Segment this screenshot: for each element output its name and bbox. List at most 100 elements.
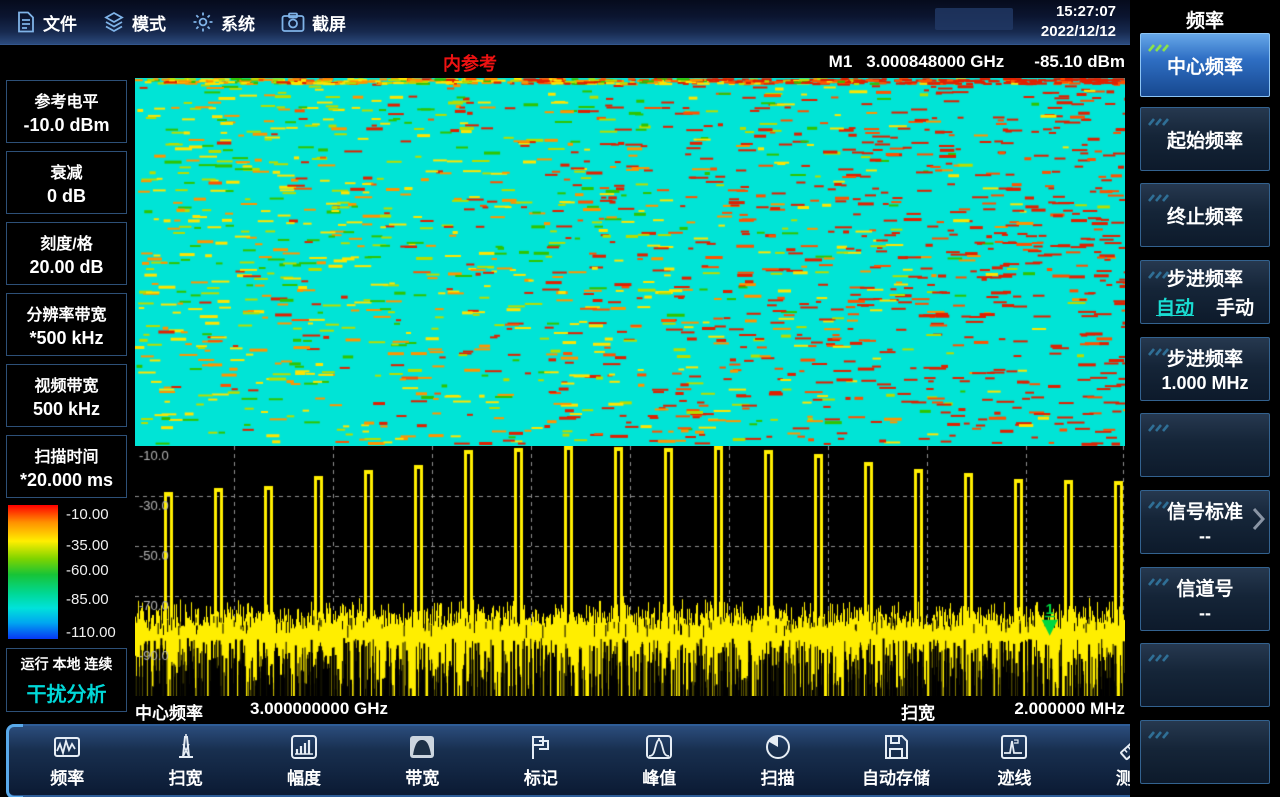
menu-item-screenshot[interactable]: 截屏 xyxy=(281,10,346,35)
toolbar-autosave-button[interactable]: 自动存储 xyxy=(837,726,955,795)
top-menu-bar: 文件 模式 系统 截屏 15:27:07 2022/12/12 xyxy=(0,0,1130,45)
softkey-label: 步进频率 xyxy=(1167,344,1243,371)
softkey-start-freq[interactable]: 起始频率 xyxy=(1140,107,1270,171)
softkey-step-freq-mode[interactable]: 步进频率自动手动 xyxy=(1140,260,1270,324)
softkey-value: -- xyxy=(1199,603,1211,624)
hatch-marks-icon xyxy=(1147,416,1171,438)
color-scale-tick: -60.00 xyxy=(66,562,109,579)
hatch-marks-icon xyxy=(1147,646,1171,668)
run-status-box: 运行 本地 连续 干扰分析 xyxy=(6,648,127,712)
camera-icon xyxy=(281,12,305,33)
softkey-center-freq[interactable]: 中心频率 xyxy=(1140,33,1270,97)
menu-item-mode[interactable]: 模式 xyxy=(103,10,166,35)
hatch-marks-icon xyxy=(1147,570,1171,592)
span-value: 2.000000 MHz xyxy=(1014,699,1125,719)
softkey-label: 步进频率 xyxy=(1167,264,1243,291)
center-frequency-label: 中心频率 xyxy=(135,699,203,724)
time-text: 15:27:07 xyxy=(1041,2,1116,22)
softkey-label: 中心频率 xyxy=(1167,52,1243,79)
toolbar-button-label: 带宽 xyxy=(405,764,439,789)
toolbar-sweep-button[interactable]: 扫描 xyxy=(718,726,836,795)
softkey-value: -- xyxy=(1199,526,1211,547)
center-frequency-value: 3.000000000 GHz xyxy=(250,699,388,719)
peak-icon xyxy=(644,732,674,762)
param-value: *20.000 ms xyxy=(20,470,113,491)
toolbar-marker-button[interactable]: 标记 xyxy=(482,726,600,795)
toolbar-button-label: 幅度 xyxy=(287,764,321,789)
menu-item-label: 系统 xyxy=(221,10,255,35)
param-attenuation[interactable]: 衰减0 dB xyxy=(6,151,127,214)
softkey-label: 终止频率 xyxy=(1167,202,1243,229)
toolbar-span-button[interactable]: 扫宽 xyxy=(126,726,244,795)
hatch-marks-icon xyxy=(1147,340,1171,362)
bottom-toolbar: 频率扫宽幅度带宽标记峰值扫描自动存储迹线测量 xyxy=(6,724,1194,797)
analysis-mode-text: 干扰分析 xyxy=(27,678,107,707)
step-mode-toggle: 自动手动 xyxy=(1156,293,1254,320)
param-sweep-time[interactable]: 扫描时间*20.000 ms xyxy=(6,435,127,498)
softkey-channel-number[interactable]: 信道号-- xyxy=(1140,567,1270,631)
softkey-stop-freq[interactable]: 终止频率 xyxy=(1140,183,1270,247)
bars-icon xyxy=(289,732,319,762)
menu-item-label: 文件 xyxy=(43,10,77,35)
param-label: 刻度/格 xyxy=(40,230,92,254)
save-icon xyxy=(881,732,911,762)
toolbar-peak-button[interactable]: 峰值 xyxy=(600,726,718,795)
hatch-marks-icon xyxy=(1147,263,1171,285)
param-vbw[interactable]: 视频带宽 500 kHz xyxy=(6,364,127,427)
marker-amplitude: -85.10 dBm xyxy=(1034,52,1125,71)
file-icon xyxy=(16,11,36,33)
toggle-option-manual[interactable]: 手动 xyxy=(1216,293,1254,320)
trace-icon xyxy=(999,732,1029,762)
submenu-arrow-icon xyxy=(1251,506,1266,538)
param-label: 视频带宽 xyxy=(34,372,98,396)
sweep-icon xyxy=(763,732,793,762)
date-text: 2022/12/12 xyxy=(1041,22,1116,42)
toolbar-button-label: 标记 xyxy=(524,764,558,789)
param-value: 500 kHz xyxy=(33,399,100,420)
toolbar-amplitude-button[interactable]: 幅度 xyxy=(245,726,363,795)
param-scale-div[interactable]: 刻度/格20.00 dB xyxy=(6,222,127,285)
param-value: *500 kHz xyxy=(29,328,103,349)
toolbar-frequency-button[interactable]: 频率 xyxy=(8,726,126,795)
param-value: 0 dB xyxy=(47,186,86,207)
color-scale-tick: -35.00 xyxy=(66,537,109,554)
menu-item-file[interactable]: 文件 xyxy=(16,10,77,35)
spectrogram-display xyxy=(135,78,1125,446)
layers-icon xyxy=(103,11,125,33)
softkey-signal-standard[interactable]: 信号标准-- xyxy=(1140,490,1270,554)
marker-frequency: 3.000848000 GHz xyxy=(866,52,1004,71)
spectrum-display xyxy=(135,446,1125,696)
toggle-option-auto[interactable]: 自动 xyxy=(1156,293,1194,320)
gear-icon xyxy=(192,11,214,33)
clock: 15:27:07 2022/12/12 xyxy=(1041,2,1116,42)
menu-item-system[interactable]: 系统 xyxy=(192,10,255,35)
color-scale-tick: -10.00 xyxy=(66,506,109,523)
param-value: -10.0 dBm xyxy=(23,115,109,136)
spectrogram-color-scale: -10.00-35.00-60.00-85.00-110.00 xyxy=(6,505,127,639)
waveform-icon xyxy=(52,732,82,762)
softkey-panel-title: 频率 xyxy=(1130,6,1280,33)
frequency-footer: 中心频率 3.000000000 GHz 扫宽 2.000000 MHz xyxy=(135,697,1125,723)
analyzer-screen: 文件模式系统截屏 15:27:07 2022/12/12 内参考 M13.000… xyxy=(0,0,1280,797)
run-status-text: 运行 本地 连续 xyxy=(21,654,113,674)
softkey-blank-1[interactable] xyxy=(1140,413,1270,477)
param-rbw[interactable]: 分辨率带宽 *500 kHz xyxy=(6,293,127,356)
param-label: 参考电平 xyxy=(34,88,98,112)
toolbar-button-label: 峰值 xyxy=(642,764,676,789)
param-ref-level[interactable]: 参考电平 -10.0 dBm xyxy=(6,80,127,143)
softkey-blank-3[interactable] xyxy=(1140,720,1270,784)
reference-source-label: 内参考 xyxy=(443,50,497,76)
toolbar-bandwidth-button[interactable]: 带宽 xyxy=(363,726,481,795)
menu-item-label: 截屏 xyxy=(312,10,346,35)
param-label: 分辨率带宽 xyxy=(26,301,106,325)
softkey-step-freq-value[interactable]: 步进频率1.000 MHz xyxy=(1140,337,1270,401)
color-gradient-bar xyxy=(8,505,58,639)
toolbar-trace-button[interactable]: 迹线 xyxy=(955,726,1073,795)
color-scale-tick: -110.00 xyxy=(66,624,116,641)
marker-readout: M13.000848000 GHz-85.10 dBm xyxy=(829,52,1125,72)
hatch-marks-icon xyxy=(1147,186,1171,208)
toolbar-button-label: 扫描 xyxy=(761,764,795,789)
status-indicator-area xyxy=(935,8,1013,30)
dome-icon xyxy=(407,732,437,762)
softkey-blank-2[interactable] xyxy=(1140,643,1270,707)
